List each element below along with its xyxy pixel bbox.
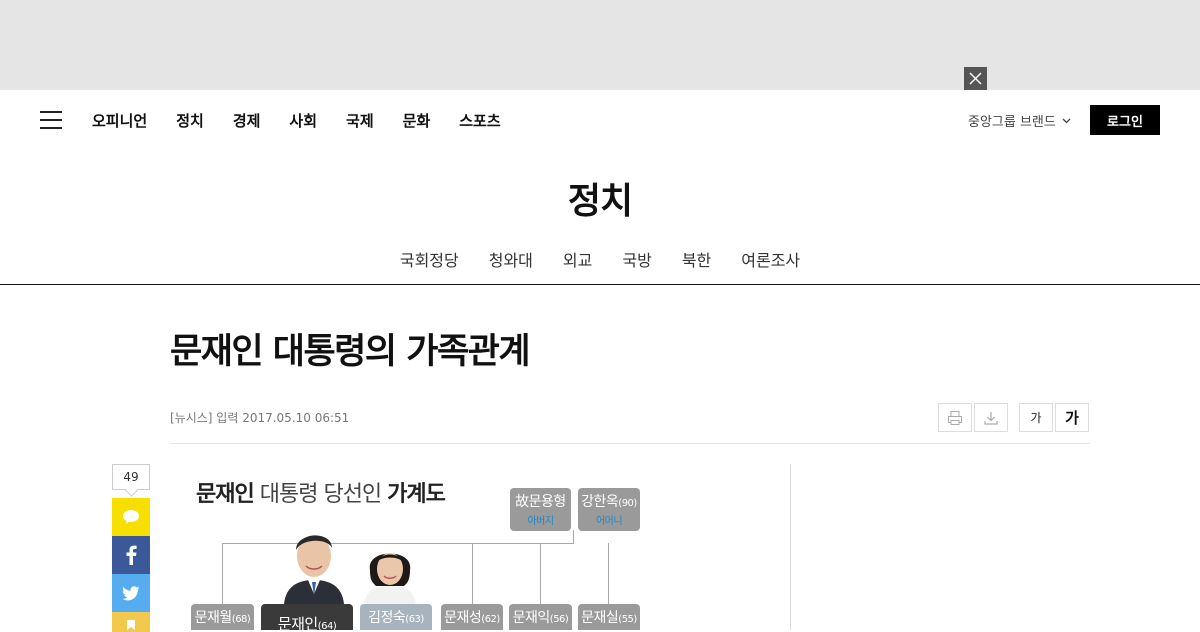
speech-bubble-icon <box>123 510 139 524</box>
login-button[interactable]: 로그인 <box>1090 105 1160 135</box>
branch-line <box>608 543 609 605</box>
ad-close-button[interactable] <box>964 67 987 90</box>
article-headline: 문재인 대통령의 가족관계 <box>170 332 531 372</box>
family-member-name: 문재실 <box>581 610 619 626</box>
graphic-title-end: 가계도 <box>387 482 446 507</box>
facebook-icon <box>126 545 137 565</box>
close-icon <box>969 72 982 85</box>
family-member-name: 문재인 <box>277 615 318 630</box>
subnav-item-diplomacy[interactable]: 외교 <box>563 247 592 271</box>
main-nav: 오피니언 정치 경제 사회 국제 문화 스포츠 <box>92 90 530 150</box>
download-icon <box>984 411 998 425</box>
bookmark-icon <box>127 620 135 630</box>
family-member-name: 문재성 <box>444 610 482 626</box>
family-member-box: 김정숙(63) <box>360 604 432 630</box>
branch-line <box>540 543 541 605</box>
moon-jae-in-photo <box>282 524 346 604</box>
family-member-name: 김정숙 <box>368 610 406 626</box>
branch-line <box>222 543 223 605</box>
family-member-age: (68) <box>231 614 251 625</box>
kakao-share-button[interactable] <box>112 498 150 536</box>
section-subnav: 국회정당 청와대 외교 국방 북한 여론조사 <box>0 247 1200 271</box>
family-member-name: 문재월 <box>194 610 233 626</box>
family-member-age: (63) <box>405 614 424 625</box>
ad-banner-area <box>0 0 1200 90</box>
branch-line <box>472 543 473 605</box>
twitter-share-button[interactable] <box>112 574 150 612</box>
subnav-item-polls[interactable]: 여론조사 <box>741 247 800 271</box>
family-member-age: (62) <box>481 614 500 625</box>
hamburger-icon[interactable] <box>40 111 62 129</box>
family-member-box: 문재성(62) <box>441 604 503 630</box>
father-name: 故문용형 <box>515 494 566 510</box>
mother-relation: 어머니 <box>595 516 623 527</box>
nav-item-world[interactable]: 국제 <box>346 110 374 131</box>
section-title: 정치 <box>567 181 633 222</box>
mother-age: (90) <box>618 498 637 509</box>
nav-item-culture[interactable]: 문화 <box>403 110 431 131</box>
bookmark-share-button[interactable] <box>112 612 150 632</box>
family-tree-graphic: 문재인 대통령 당선인 가계도 故문용형 아버지 강한옥(90) 어머니 문재월… <box>170 464 770 630</box>
print-button[interactable] <box>938 403 972 432</box>
family-member-box: 문재인(64) <box>261 604 353 630</box>
family-member-age: (64) <box>317 621 337 630</box>
family-member-name: 문재익 <box>512 610 551 626</box>
father-box: 故문용형 아버지 <box>510 488 571 531</box>
article-byline: [뉴시스] 입력 2017.05.10 06:51 <box>170 411 350 425</box>
family-member-age: (55) <box>618 614 637 625</box>
share-count: 49 <box>112 464 150 490</box>
family-member-box: 문재월(68) <box>191 604 254 630</box>
subnav-item-bluehouse[interactable]: 청와대 <box>489 247 533 271</box>
print-icon <box>948 410 962 425</box>
article-divider <box>170 443 1090 444</box>
nav-item-politics[interactable]: 정치 <box>176 110 204 131</box>
subnav-item-defense[interactable]: 국방 <box>622 247 651 271</box>
subnav-item-northkorea[interactable]: 북한 <box>682 247 711 271</box>
download-button[interactable] <box>974 403 1008 432</box>
family-member-age: (56) <box>549 614 569 625</box>
nav-item-economy[interactable]: 경제 <box>233 110 261 131</box>
nav-item-sports[interactable]: 스포츠 <box>459 110 500 131</box>
mother-box: 강한옥(90) 어머니 <box>578 488 640 531</box>
graphic-title: 문재인 대통령 당선인 가계도 <box>196 476 446 508</box>
nav-item-opinion[interactable]: 오피니언 <box>92 110 147 131</box>
brand-label: 중앙그룹 브랜드 <box>968 115 1056 130</box>
graphic-title-mid: 대통령 당선인 <box>259 482 382 507</box>
mother-name: 강한옥 <box>581 494 619 510</box>
share-rail: 49 <box>112 464 150 632</box>
font-decrease-button[interactable]: 가 <box>1019 403 1053 432</box>
father-relation: 아버지 <box>527 516 554 527</box>
section-divider <box>0 284 1200 285</box>
chevron-down-icon <box>1062 118 1071 123</box>
global-nav: 오피니언 정치 경제 사회 국제 문화 스포츠 중앙그룹 브랜드 로그인 <box>0 90 1200 150</box>
content-divider <box>790 464 791 630</box>
kim-jung-sook-photo <box>360 540 420 604</box>
facebook-share-button[interactable] <box>112 536 150 574</box>
twitter-bird-icon <box>122 585 140 600</box>
subnav-item-assembly[interactable]: 국회정당 <box>400 247 459 271</box>
family-member-box: 문재실(55) <box>578 604 640 630</box>
brand-dropdown[interactable]: 중앙그룹 브랜드 <box>968 111 1071 130</box>
family-member-box: 문재익(56) <box>509 604 572 630</box>
font-increase-button[interactable]: 가 <box>1055 403 1089 432</box>
graphic-title-name: 문재인 <box>196 482 255 507</box>
parents-connector <box>573 530 574 544</box>
nav-item-society[interactable]: 사회 <box>289 110 317 131</box>
